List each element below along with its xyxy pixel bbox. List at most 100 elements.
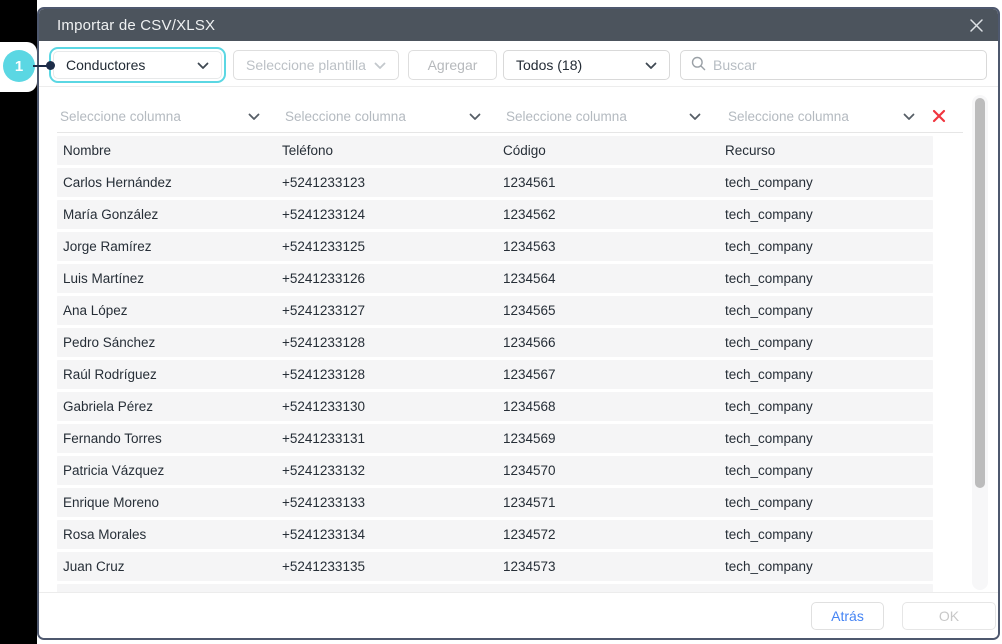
entity-select[interactable]: Conductores — [49, 47, 226, 83]
column-select-placeholder: Seleccione columna — [728, 109, 849, 124]
column-select-1[interactable]: Seleccione columna — [57, 109, 282, 124]
column-select-3[interactable]: Seleccione columna — [503, 109, 725, 124]
table-cell: tech_company — [725, 271, 933, 286]
table-cell: 1234569 — [503, 431, 725, 446]
table-cell: 1234570 — [503, 463, 725, 478]
table-cell: 1234571 — [503, 495, 725, 510]
table-cell: Nombre — [57, 143, 282, 158]
chevron-down-icon — [903, 109, 915, 124]
entity-select-value: Conductores — [66, 57, 145, 73]
search-box[interactable] — [680, 50, 987, 80]
table-cell: +5241233130 — [282, 399, 503, 414]
template-select-placeholder: Seleccione plantilla — [246, 57, 366, 73]
table-cell: Fernando Torres — [57, 431, 282, 446]
table-row: Enrique Moreno+52412331331234571tech_com… — [57, 488, 933, 517]
table-cell: tech_company — [725, 303, 933, 318]
table-cell: tech_company — [725, 207, 933, 222]
table-cell: 1234572 — [503, 527, 725, 542]
table-cell: tech_company — [725, 431, 933, 446]
modal-header: Importar de CSV/XLSX — [39, 9, 998, 41]
table-row: Gabriela Pérez+52412331301234568tech_com… — [57, 392, 933, 421]
back-button[interactable]: Atrás — [811, 602, 884, 630]
table-cell: +5241233132 — [282, 463, 503, 478]
table-row: Fernando Torres+52412331311234569tech_co… — [57, 424, 933, 453]
table-cell: Patricia Vázquez — [57, 463, 282, 478]
table-cell: Raúl Rodríguez — [57, 367, 282, 382]
ok-button[interactable]: OK — [902, 602, 996, 630]
table-cell: +5241233135 — [282, 559, 503, 574]
table-cell: Ana López — [57, 303, 282, 318]
table-cell: tech_company — [725, 495, 933, 510]
table-row: Patricia Vázquez+52412331321234570tech_c… — [57, 456, 933, 485]
annotation-badge-1: 1 — [3, 50, 35, 82]
table-cell: tech_company — [725, 175, 933, 190]
table-cell: Pedro Sánchez — [57, 335, 282, 350]
chevron-down-icon — [197, 57, 209, 73]
add-button[interactable]: Agregar — [408, 50, 497, 80]
table-cell: +5241233131 — [282, 431, 503, 446]
page-backdrop-strip — [0, 0, 37, 644]
entity-select-inner: Conductores — [53, 51, 222, 79]
table-cell: +5241233134 — [282, 527, 503, 542]
chevron-down-icon — [248, 109, 260, 124]
column-mapping-row: Seleccione columna Seleccione columna Se… — [57, 100, 963, 133]
table-cell: 1234561 — [503, 175, 725, 190]
table-row: Ana López+52412331271234565tech_company — [57, 296, 933, 325]
close-icon[interactable] — [967, 16, 985, 34]
scrollbar-thumb[interactable] — [975, 98, 985, 488]
scrollbar-track — [972, 95, 988, 590]
table-cell: Recurso — [725, 143, 933, 158]
table-cell: +5241233133 — [282, 495, 503, 510]
column-select-placeholder: Seleccione columna — [60, 109, 181, 124]
table-cell: tech_company — [725, 239, 933, 254]
table-cell: tech_company — [725, 463, 933, 478]
table-cell: tech_company — [725, 527, 933, 542]
table-cell: Teléfono — [282, 143, 503, 158]
table-cell: 1234567 — [503, 367, 725, 382]
table-row: Raúl Rodríguez+52412331281234567tech_com… — [57, 360, 933, 389]
table-cell: +5241233125 — [282, 239, 503, 254]
table-cell: Rosa Morales — [57, 527, 282, 542]
table-cell: Jorge Ramírez — [57, 239, 282, 254]
table-cell: tech_company — [725, 559, 933, 574]
table-cell: tech_company — [725, 335, 933, 350]
column-select-2[interactable]: Seleccione columna — [282, 109, 503, 124]
table-cell: +5241233128 — [282, 367, 503, 382]
table-cell: Código — [503, 143, 725, 158]
toolbar-divider — [39, 86, 998, 87]
filter-select-value: Todos (18) — [516, 57, 582, 73]
table-row: Carlos Hernández+52412331231234561tech_c… — [57, 168, 933, 197]
filter-select[interactable]: Todos (18) — [503, 50, 670, 80]
table-header-row: NombreTeléfonoCódigoRecurso — [57, 136, 933, 165]
column-select-4[interactable]: Seleccione columna — [725, 109, 963, 124]
table-row: María González+52412331241234562tech_com… — [57, 200, 933, 229]
preview-table: NombreTeléfonoCódigoRecurso Carlos Hernán… — [57, 136, 933, 592]
table-cell: +5241233124 — [282, 207, 503, 222]
table-cell: +5241233128 — [282, 335, 503, 350]
table-cell: tech_company — [725, 367, 933, 382]
table-row: Pedro Sánchez+52412331281234566tech_comp… — [57, 328, 933, 357]
column-select-placeholder: Seleccione columna — [285, 109, 406, 124]
remove-column-icon[interactable] — [931, 108, 947, 124]
table-cell: Luis Martínez — [57, 271, 282, 286]
table-cell: Juan Cruz — [57, 559, 282, 574]
table-cell: Gabriela Pérez — [57, 399, 282, 414]
modal-footer: Atrás OK — [39, 592, 998, 638]
search-input[interactable] — [713, 57, 976, 73]
screenshot-root: Importar de CSV/XLSX Conductores Selecci… — [0, 0, 1002, 644]
table-cell: 1234565 — [503, 303, 725, 318]
table-cell: 1234562 — [503, 207, 725, 222]
template-select[interactable]: Seleccione plantilla — [233, 50, 399, 80]
table-cell: +5241233123 — [282, 175, 503, 190]
table-row: Luis Martínez+52412331261234564tech_comp… — [57, 264, 933, 293]
table-cell: 1234573 — [503, 559, 725, 574]
import-modal: Importar de CSV/XLSX Conductores Selecci… — [37, 7, 1000, 640]
table-row: Jorge Ramírez+52412331251234563tech_comp… — [57, 232, 933, 261]
chevron-down-icon — [374, 57, 386, 73]
chevron-down-icon — [469, 109, 481, 124]
table-cell: +5241233127 — [282, 303, 503, 318]
table-row-partial — [57, 584, 933, 592]
column-select-placeholder: Seleccione columna — [506, 109, 627, 124]
table-cell: tech_company — [725, 399, 933, 414]
table-cell: 1234566 — [503, 335, 725, 350]
